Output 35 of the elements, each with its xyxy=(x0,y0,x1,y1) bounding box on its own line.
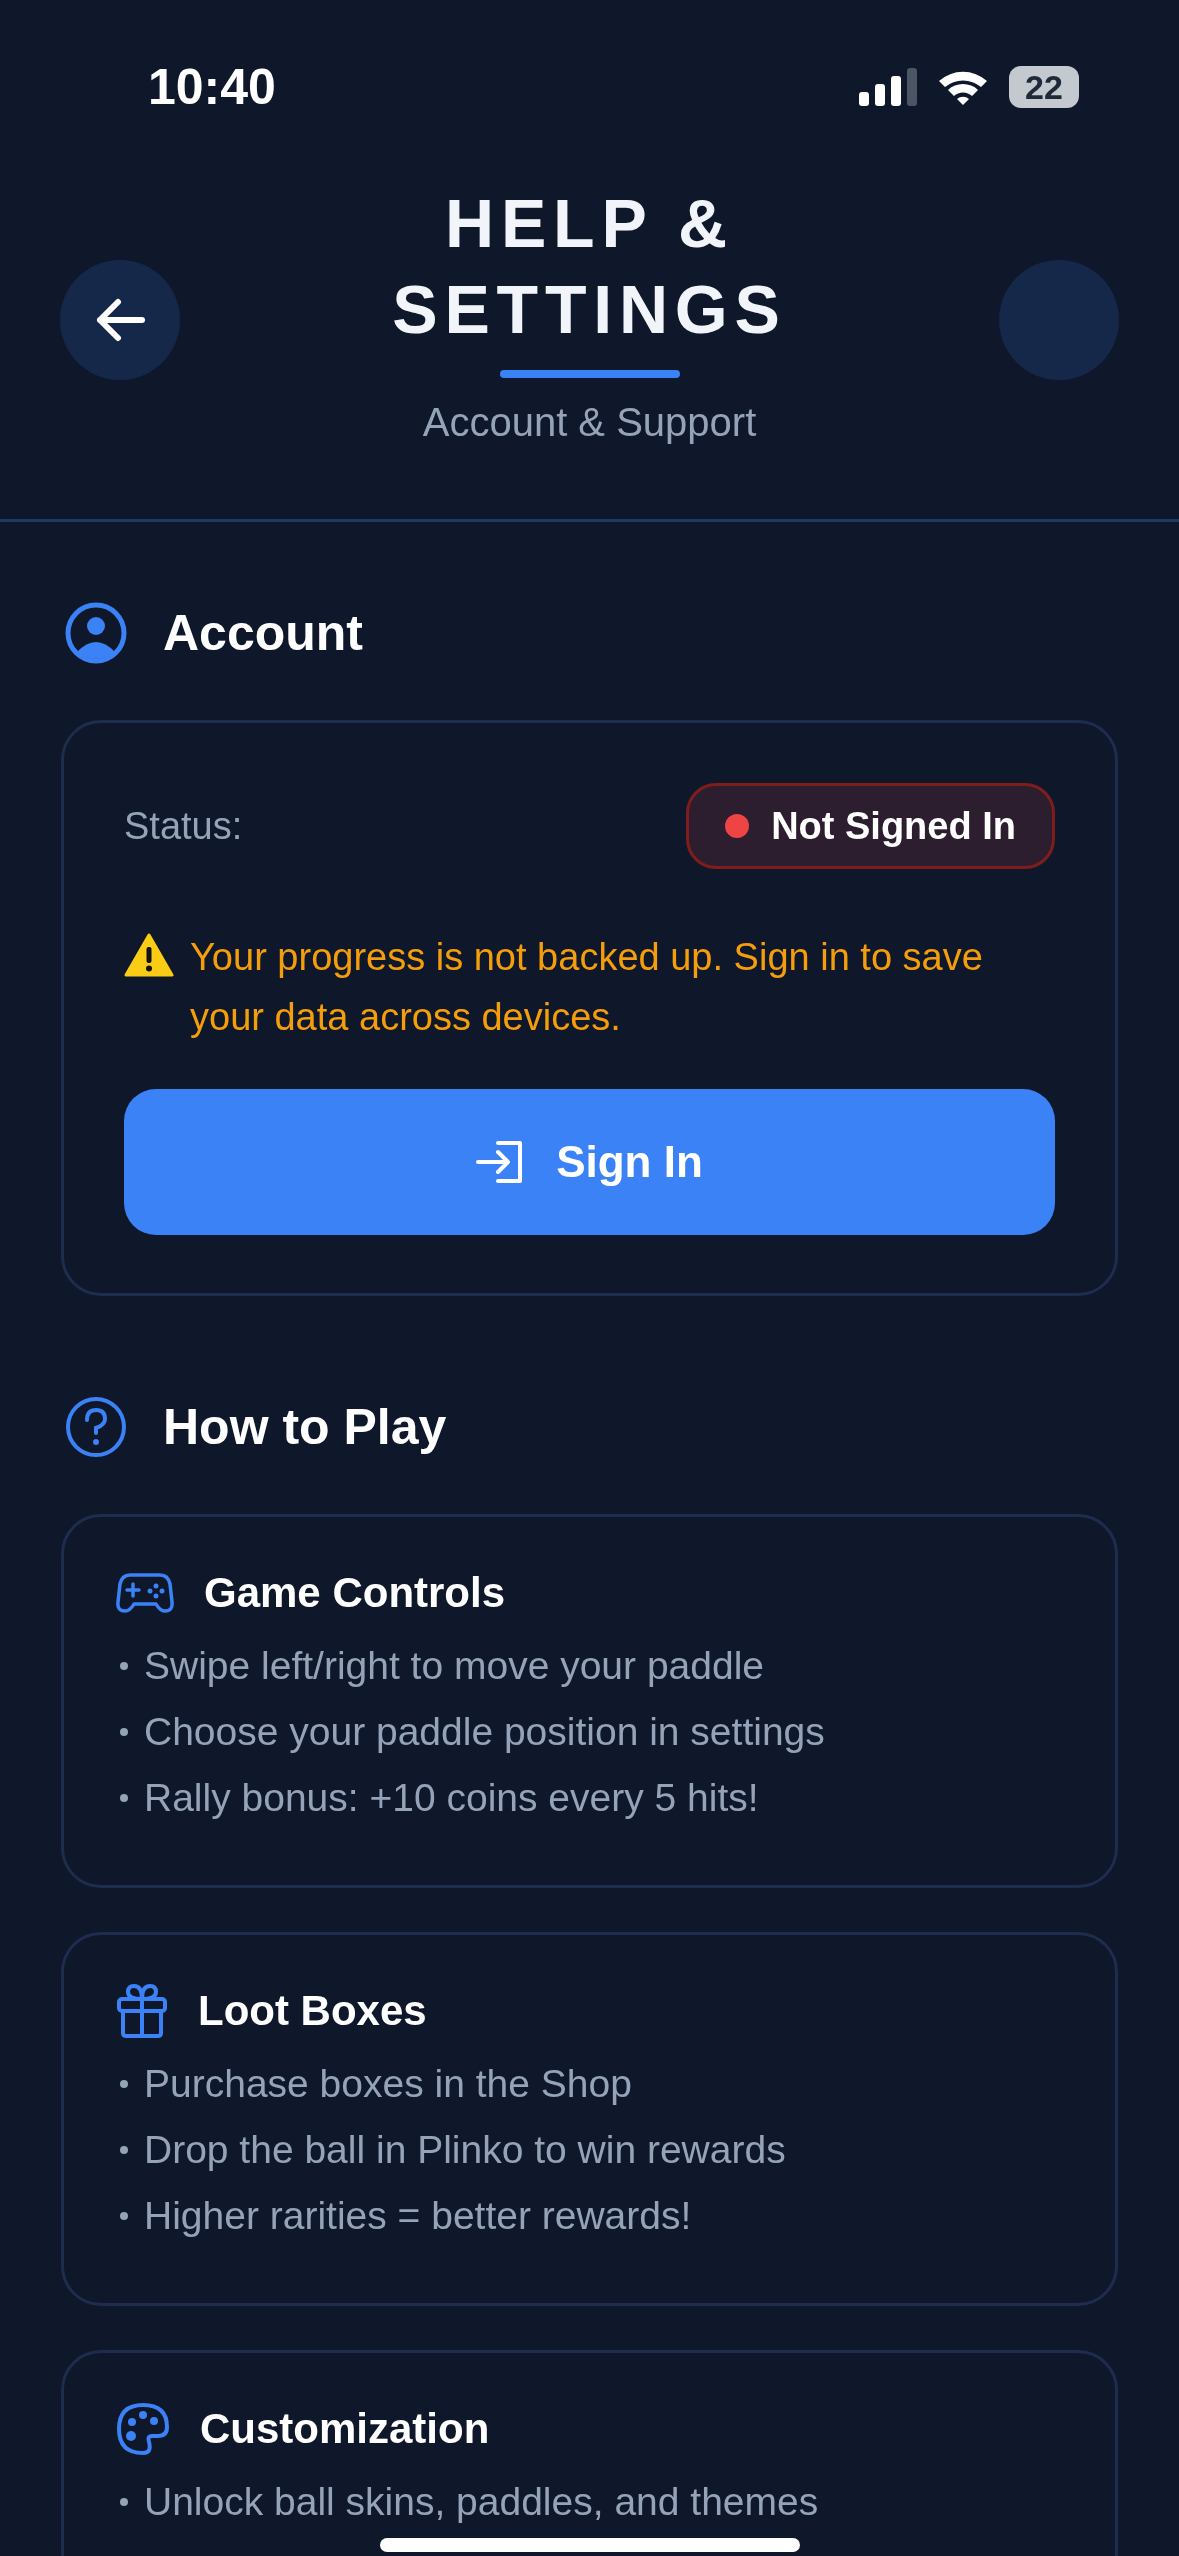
tip-text: Unlock ball skins, paddles, and themes xyxy=(144,2479,819,2525)
bullet-dot xyxy=(120,1794,128,1802)
status-label: Status: xyxy=(124,804,243,848)
page-subtitle: Account & Support xyxy=(422,400,757,445)
bullet-dot xyxy=(120,2146,128,2154)
bullet-dot xyxy=(120,2498,128,2506)
warning-text: Your progress is not backed up. Sign in to save your data across devices. xyxy=(190,935,984,1040)
gift-icon xyxy=(116,1983,168,2039)
card-title: Customization xyxy=(200,2405,490,2453)
sign-in-button[interactable]: Sign In xyxy=(124,1089,1055,1235)
gamepad-icon xyxy=(116,1572,174,1614)
tip-text: Higher rarities = better rewards! xyxy=(144,2193,692,2239)
back-arrow-icon xyxy=(94,298,146,342)
tip-text: Rally bonus: +10 coins every 5 hits! xyxy=(144,1775,759,1821)
tip-text: Swipe left/right to move your paddle xyxy=(144,1643,764,1689)
bullet-dot xyxy=(120,1728,128,1736)
status-text: Not Signed In xyxy=(771,804,1016,848)
user-icon xyxy=(65,602,127,664)
palette-icon xyxy=(116,2402,170,2456)
bullet-dot xyxy=(120,2080,128,2088)
bullet-dot xyxy=(120,2212,128,2220)
battery-indicator: 22 xyxy=(1009,66,1079,108)
page-title: HELP & SETTINGS xyxy=(391,184,788,349)
signal-icon xyxy=(859,68,917,106)
card-title: Loot Boxes xyxy=(198,1987,427,2035)
tip-text: Drop the ball in Plinko to win rewards xyxy=(144,2127,786,2173)
section-heading: How to Play xyxy=(163,1398,447,1456)
status-time: 10:40 xyxy=(148,58,276,116)
bullet-dot xyxy=(120,1662,128,1670)
section-heading: Account xyxy=(163,604,363,662)
tip-text: Purchase boxes in the Shop xyxy=(144,2061,632,2107)
warning-icon xyxy=(124,933,174,977)
tip-text: Choose your paddle position in settings xyxy=(144,1709,825,1755)
card-title: Game Controls xyxy=(204,1569,506,1617)
help-icon xyxy=(65,1396,127,1458)
